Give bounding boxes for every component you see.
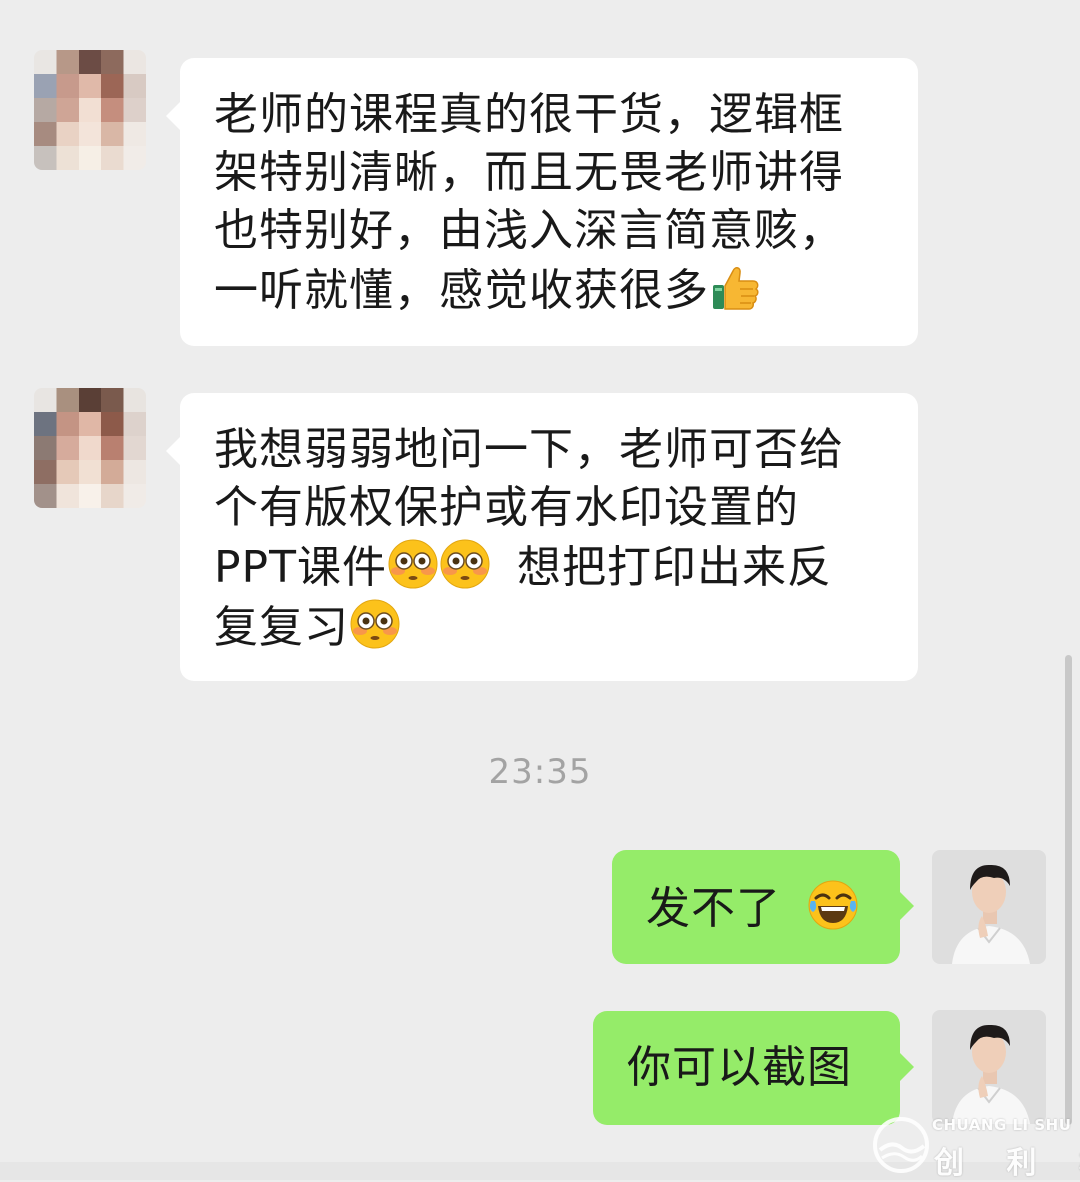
message-line: 架特别清晰，而且无畏老师讲得 <box>214 147 844 198</box>
message-line: 复复习 <box>214 602 349 653</box>
flushed-face-emoji-icon <box>387 538 439 590</box>
contact-avatar[interactable] <box>34 50 146 170</box>
user-avatar[interactable] <box>932 1010 1046 1124</box>
incoming-message-bubble[interactable]: 我想弱弱地问一下，老师可否给 个有版权保护或有水印设置的 PPT课件 想把打印出… <box>166 393 918 681</box>
message-line-with-emoji: 复复习 <box>214 597 892 657</box>
bubble-tail <box>166 102 180 130</box>
message-line: 一听就懂，感觉收获很多 <box>214 265 709 316</box>
message-text: 发不了 <box>646 883 781 934</box>
message-text: 你可以截图 <box>627 1042 852 1093</box>
outgoing-message-bubble[interactable]: 发不了 <box>612 850 914 964</box>
message-line-with-emoji: PPT课件 想把打印出来反 <box>214 537 892 597</box>
message-line: 我想弱弱地问一下，老师可否给 <box>214 424 844 475</box>
tears-of-joy-emoji-icon <box>807 879 859 931</box>
message-line: PPT课件 <box>214 542 387 593</box>
message-line: 也特别好，由浅入深言简意赅， <box>214 205 844 256</box>
chat-scrollbar[interactable] <box>1065 655 1072 1125</box>
watermark-english-text: CHUANG LI SHU <box>932 1116 1072 1134</box>
user-avatar[interactable] <box>932 850 1046 964</box>
message-line-with-emoji: 一听就懂，感觉收获很多 <box>214 260 892 320</box>
thumbs-up-emoji-icon <box>709 261 761 313</box>
message-line-with-emoji: 发不了 <box>646 878 880 938</box>
contact-avatar[interactable] <box>34 388 146 508</box>
message-line: 想把打印出来反 <box>516 542 832 593</box>
message-line: 个有版权保护或有水印设置的 <box>214 482 799 533</box>
bubble-tail <box>900 892 914 920</box>
flushed-face-emoji-icon <box>439 538 491 590</box>
watermark-logo-icon <box>873 1117 929 1173</box>
flushed-face-emoji-icon <box>349 598 401 650</box>
outgoing-message-bubble[interactable]: 你可以截图 <box>593 1011 914 1125</box>
incoming-message-bubble[interactable]: 老师的课程真的很干货，逻辑框 架特别清晰，而且无畏老师讲得 也特别好，由浅入深言… <box>166 58 918 346</box>
watermark-chinese-text: 创 利 树 <box>934 1146 1080 1181</box>
brand-watermark: CHUANG LI SHU 创 利 树 <box>872 1114 1080 1181</box>
message-timestamp: 23:35 <box>488 752 592 792</box>
message-line: 老师的课程真的很干货，逻辑框 <box>214 89 844 140</box>
bubble-tail <box>900 1053 914 1081</box>
bubble-tail <box>166 437 180 465</box>
